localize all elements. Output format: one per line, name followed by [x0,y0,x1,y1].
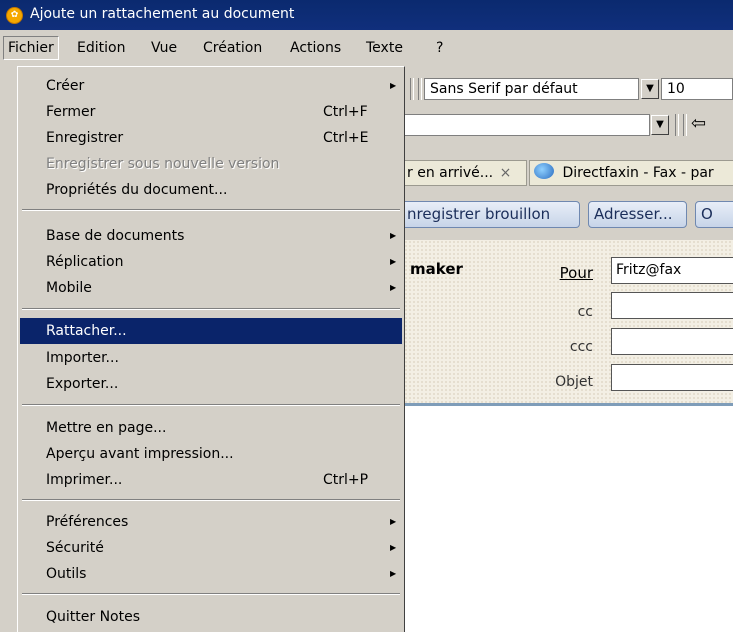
menu-separator [22,499,400,501]
menu-item-creer[interactable]: Créer ▶ [20,73,402,99]
font-name-combo[interactable]: Sans Serif par défaut [424,78,639,100]
menu-item-label: Aperçu avant impression... [46,446,234,462]
menu-item-shortcut: Ctrl+P [323,472,369,488]
menu-item-label: Outils [46,566,87,582]
font-size-value: 10 [667,81,685,97]
menu-separator [22,308,400,310]
address-dropdown-button[interactable]: ▼ [651,115,669,135]
menu-edition[interactable]: Edition [73,37,129,59]
menu-fichier[interactable]: Fichier [3,36,59,60]
menu-item-label: Mettre en page... [46,420,167,436]
menu-item-shortcut: Ctrl+F [323,104,368,120]
tab-inbox-label: r en arrivé... [407,165,494,181]
cc-field[interactable] [611,292,733,319]
menu-item-apercu[interactable]: Aperçu avant impression... [20,441,402,467]
menu-item-label: Créer [46,78,85,94]
menu-separator [22,209,400,211]
to-label[interactable]: Pour [560,264,593,282]
menu-separator [22,404,400,406]
tab-inbox[interactable]: r en arrivé... × [400,160,527,186]
menu-item-label: Enregistrer sous nouvelle version [46,156,280,172]
submenu-arrow-icon: ▶ [390,257,397,266]
tab-directfaxin-label: Directfaxin - Fax - par [562,165,714,181]
menu-item-label: Rattacher... [46,323,127,339]
menu-item-mettre-en-page[interactable]: Mettre en page... [20,415,402,441]
menu-item-imprimer[interactable]: Imprimer... Ctrl+P [20,467,402,493]
bcc-label: ccc [569,339,593,355]
menu-item-outils[interactable]: Outils ▶ [20,561,402,587]
menu-separator [22,593,400,595]
submenu-arrow-icon: ▶ [390,543,397,552]
font-size-combo[interactable]: 10 [661,78,733,100]
to-field[interactable]: Fritz@fax [611,257,733,284]
tab-bar: r en arrivé... × Directfaxin - Fax - par [400,154,733,188]
sender-name: maker [410,260,463,278]
menu-item-exporter[interactable]: Exporter... [20,371,402,397]
back-arrow-icon[interactable]: ⇦ [691,114,731,136]
menu-texte[interactable]: Texte [362,37,407,59]
cc-label: cc [577,304,593,320]
submenu-arrow-icon: ▶ [390,517,397,526]
menu-item-label: Préférences [46,514,129,530]
menu-item-label: Enregistrer [46,130,124,146]
action-bar: nregistrer brouillon Adresser... O [402,196,733,236]
toolbar-separator [683,114,687,136]
lotus-notes-icon: ✿ [6,7,23,24]
menu-item-label: Importer... [46,350,119,366]
menu-item-label: Exporter... [46,376,119,392]
menu-item-fermer[interactable]: Fermer Ctrl+F [20,99,402,125]
font-name-value: Sans Serif par défaut [430,81,578,97]
subject-field[interactable] [611,364,733,391]
menu-item-label: Base de documents [46,228,185,244]
submenu-arrow-icon: ▶ [390,81,397,90]
menu-item-enregistrer[interactable]: Enregistrer Ctrl+E [20,125,402,151]
submenu-arrow-icon: ▶ [390,569,397,578]
menu-item-replication[interactable]: Réplication ▶ [20,249,402,275]
address-combo[interactable] [404,114,650,136]
directfax-icon [534,163,554,179]
toolbar-separator [418,78,422,100]
memo-header: maker Pour Fritz@fax cc ccc Objet [404,240,733,406]
menu-item-label: Mobile [46,280,92,296]
menu-item-label: Fermer [46,104,96,120]
bcc-field[interactable] [611,328,733,355]
menu-item-base-documents[interactable]: Base de documents ▶ [20,223,402,249]
toolbar-separator [410,78,414,100]
menu-item-preferences[interactable]: Préférences ▶ [20,509,402,535]
subject-label: Objet [555,374,593,390]
menu-vue[interactable]: Vue [147,37,181,59]
menu-item-importer[interactable]: Importer... [20,345,402,371]
menu-item-label: Quitter Notes [46,609,141,625]
menu-item-rattacher[interactable]: Rattacher... [20,318,402,344]
submenu-arrow-icon: ▶ [390,283,397,292]
window-title: Ajoute un rattachement au document [30,6,295,22]
to-value: Fritz@fax [616,262,682,278]
more-action-button[interactable]: O [695,201,733,228]
menu-item-label: Réplication [46,254,124,270]
save-draft-button[interactable]: nregistrer brouillon [402,201,580,228]
menu-item-shortcut: Ctrl+E [323,130,369,146]
address-button[interactable]: Adresser... [588,201,687,228]
close-icon[interactable]: × [500,165,512,181]
menu-item-enregistrer-version: Enregistrer sous nouvelle version [20,151,402,177]
font-name-dropdown-button[interactable]: ▼ [641,79,659,99]
menu-bar: Fichier Edition Vue Création Actions Tex… [0,30,733,66]
document-body[interactable] [404,406,733,632]
menu-item-label: Sécurité [46,540,104,556]
menu-item-label: Propriétés du document... [46,182,228,198]
submenu-arrow-icon: ▶ [390,231,397,240]
menu-item-securite[interactable]: Sécurité ▶ [20,535,402,561]
menu-item-quitter[interactable]: Quitter Notes [20,604,402,630]
menu-help[interactable]: ? [432,37,447,59]
menu-creation[interactable]: Création [199,37,266,59]
menu-item-proprietes[interactable]: Propriétés du document... [20,177,402,203]
menu-actions[interactable]: Actions [286,37,345,59]
tab-directfaxin[interactable]: Directfaxin - Fax - par [529,160,733,186]
menu-item-label: Imprimer... [46,472,123,488]
toolbar-separator [675,114,679,136]
file-menu: Créer ▶ Fermer Ctrl+F Enregistrer Ctrl+E… [17,66,405,632]
title-bar: ✿ Ajoute un rattachement au document [0,0,733,30]
menu-item-mobile[interactable]: Mobile ▶ [20,275,402,301]
